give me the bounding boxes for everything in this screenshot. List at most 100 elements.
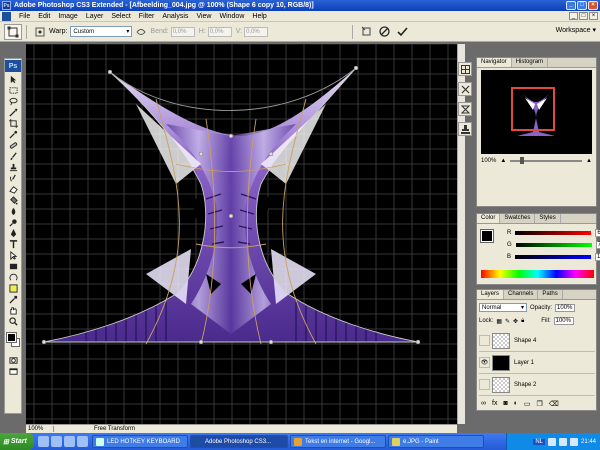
tab-swatches[interactable]: Swatches xyxy=(500,214,536,223)
volume-icon[interactable] xyxy=(569,437,578,446)
gradient-tool[interactable] xyxy=(5,195,21,206)
minimize-button[interactable]: _ xyxy=(566,1,576,10)
blue-value[interactable]: 10 xyxy=(595,253,600,261)
dock-brushes-button[interactable] xyxy=(458,62,472,76)
zoom-slider[interactable] xyxy=(510,157,583,164)
document-canvas[interactable] xyxy=(26,44,457,424)
layer-row-shape-2[interactable]: Shape 2 xyxy=(479,374,595,396)
zoom-slider-knob[interactable] xyxy=(520,157,525,164)
doc-restore-button[interactable]: □ xyxy=(579,12,588,20)
layer-row-layer-1[interactable]: 👁︎ Layer 1 xyxy=(479,352,595,374)
close-button[interactable]: × xyxy=(588,1,598,10)
menu-window[interactable]: Window xyxy=(215,13,248,20)
tab-paths[interactable]: Paths xyxy=(538,290,563,299)
opacity-field[interactable]: 100% xyxy=(555,303,576,312)
eyedropper-tool[interactable] xyxy=(5,129,21,140)
warp-orientation-icon[interactable] xyxy=(135,26,147,38)
mask-icon[interactable]: ◙ xyxy=(503,400,507,408)
blend-mode-select[interactable]: Normal ▾ xyxy=(479,303,527,312)
tab-color[interactable]: Color xyxy=(477,214,501,223)
commit-transform-icon[interactable] xyxy=(396,26,408,38)
type-tool[interactable] xyxy=(5,239,21,250)
task-google[interactable]: Tekst en internet - Googl... xyxy=(290,435,386,448)
tray-icon[interactable] xyxy=(558,437,567,446)
healing-tool[interactable] xyxy=(5,140,21,151)
h-field[interactable]: 0,0% xyxy=(207,26,232,37)
menu-file[interactable]: File xyxy=(15,13,34,20)
green-value[interactable]: 7 xyxy=(595,241,600,249)
workspace-menu[interactable]: Workspace ▾ xyxy=(556,26,596,35)
menu-layer[interactable]: Layer xyxy=(82,13,108,20)
language-indicator[interactable]: NL xyxy=(533,438,545,445)
tray-icon[interactable] xyxy=(547,437,556,446)
quick-select-tool[interactable] xyxy=(5,107,21,118)
eyedropper-tool-2[interactable] xyxy=(5,294,21,305)
visibility-toggle[interactable] xyxy=(479,379,490,390)
path-select-tool[interactable] xyxy=(5,250,21,261)
lock-transparent-icon[interactable]: ▦ xyxy=(496,318,502,325)
navigator-preview[interactable] xyxy=(481,70,592,154)
menu-filter[interactable]: Filter xyxy=(135,13,159,20)
view-box[interactable] xyxy=(511,87,555,131)
stamp-tool[interactable] xyxy=(5,162,21,173)
shape-tool[interactable] xyxy=(5,261,21,272)
doc-minimize-button[interactable]: _ xyxy=(569,12,578,20)
task-paint[interactable]: e.JPG - Paint xyxy=(388,435,484,448)
menu-image[interactable]: Image xyxy=(54,13,81,20)
navigator-zoom-value[interactable]: 100% xyxy=(481,158,496,164)
foreground-swatch[interactable] xyxy=(480,229,494,243)
link-icon[interactable]: ∞ xyxy=(481,400,486,408)
tab-layers[interactable]: Layers xyxy=(477,290,505,299)
tab-styles[interactable]: Styles xyxy=(535,214,561,223)
menu-edit[interactable]: Edit xyxy=(34,13,54,20)
move-tool[interactable] xyxy=(5,74,21,85)
notes-tool[interactable] xyxy=(5,283,21,294)
menu-select[interactable]: Select xyxy=(107,13,134,20)
clock[interactable]: 21:44 xyxy=(581,439,596,445)
trash-icon[interactable]: ⌫ xyxy=(549,400,559,408)
foreground-color[interactable] xyxy=(6,332,17,343)
start-button[interactable]: ⊞ Start xyxy=(0,433,34,450)
fx-icon[interactable]: fx xyxy=(492,400,497,408)
hand-tool[interactable] xyxy=(5,305,21,316)
screen-mode-button[interactable] xyxy=(5,366,21,377)
cancel-transform-icon[interactable] xyxy=(378,26,390,38)
red-value[interactable]: 6 xyxy=(595,229,600,237)
blur-tool[interactable] xyxy=(5,206,21,217)
history-brush-tool[interactable] xyxy=(5,173,21,184)
zoom-tool[interactable] xyxy=(5,316,21,327)
visibility-toggle[interactable] xyxy=(479,335,490,346)
dodge-tool[interactable] xyxy=(5,217,21,228)
new-layer-icon[interactable]: ❐ xyxy=(537,400,543,408)
lock-position-icon[interactable]: ✥ xyxy=(513,318,518,325)
layer-row-shape-4[interactable]: Shape 4 xyxy=(479,330,595,352)
task-photoshop[interactable]: Adobe Photoshop CS3... xyxy=(190,435,288,448)
eraser-tool[interactable] xyxy=(5,184,21,195)
folder-icon[interactable]: ▭ xyxy=(524,400,531,408)
quick-launch-icon[interactable] xyxy=(64,436,75,447)
dock-tool-presets-button[interactable] xyxy=(458,82,472,96)
tool-preset-picker[interactable] xyxy=(4,23,22,40)
color-spectrum-bar[interactable] xyxy=(481,270,594,278)
adjustment-icon[interactable]: ◐ xyxy=(514,400,518,408)
task-led-hotkey[interactable]: LED HOTKEY KEYBOARD xyxy=(92,435,188,448)
menu-analysis[interactable]: Analysis xyxy=(158,13,192,20)
tab-histogram[interactable]: Histogram xyxy=(512,58,549,67)
zoom-out-icon[interactable]: ▲ xyxy=(500,158,506,164)
tab-channels[interactable]: Channels xyxy=(504,290,539,299)
quick-launch-icon[interactable] xyxy=(38,436,49,447)
warp-style-select[interactable]: Custom ▾ xyxy=(70,26,133,37)
reference-point-icon[interactable] xyxy=(34,26,46,38)
restore-button[interactable]: □ xyxy=(577,1,587,10)
lock-image-icon[interactable]: ✎ xyxy=(505,318,510,325)
doc-close-button[interactable]: × xyxy=(589,12,598,20)
lock-all-icon[interactable]: 🔒︎ xyxy=(521,318,524,325)
marquee-tool[interactable] xyxy=(5,85,21,96)
dock-layer-comps-button[interactable] xyxy=(458,102,472,116)
pen-tool[interactable] xyxy=(5,228,21,239)
photoshop-logo[interactable]: Ps xyxy=(5,60,21,72)
menu-view[interactable]: View xyxy=(192,13,215,20)
green-slider[interactable] xyxy=(515,243,592,247)
lasso-tool[interactable] xyxy=(5,96,21,107)
quick-launch-icon[interactable] xyxy=(51,436,62,447)
